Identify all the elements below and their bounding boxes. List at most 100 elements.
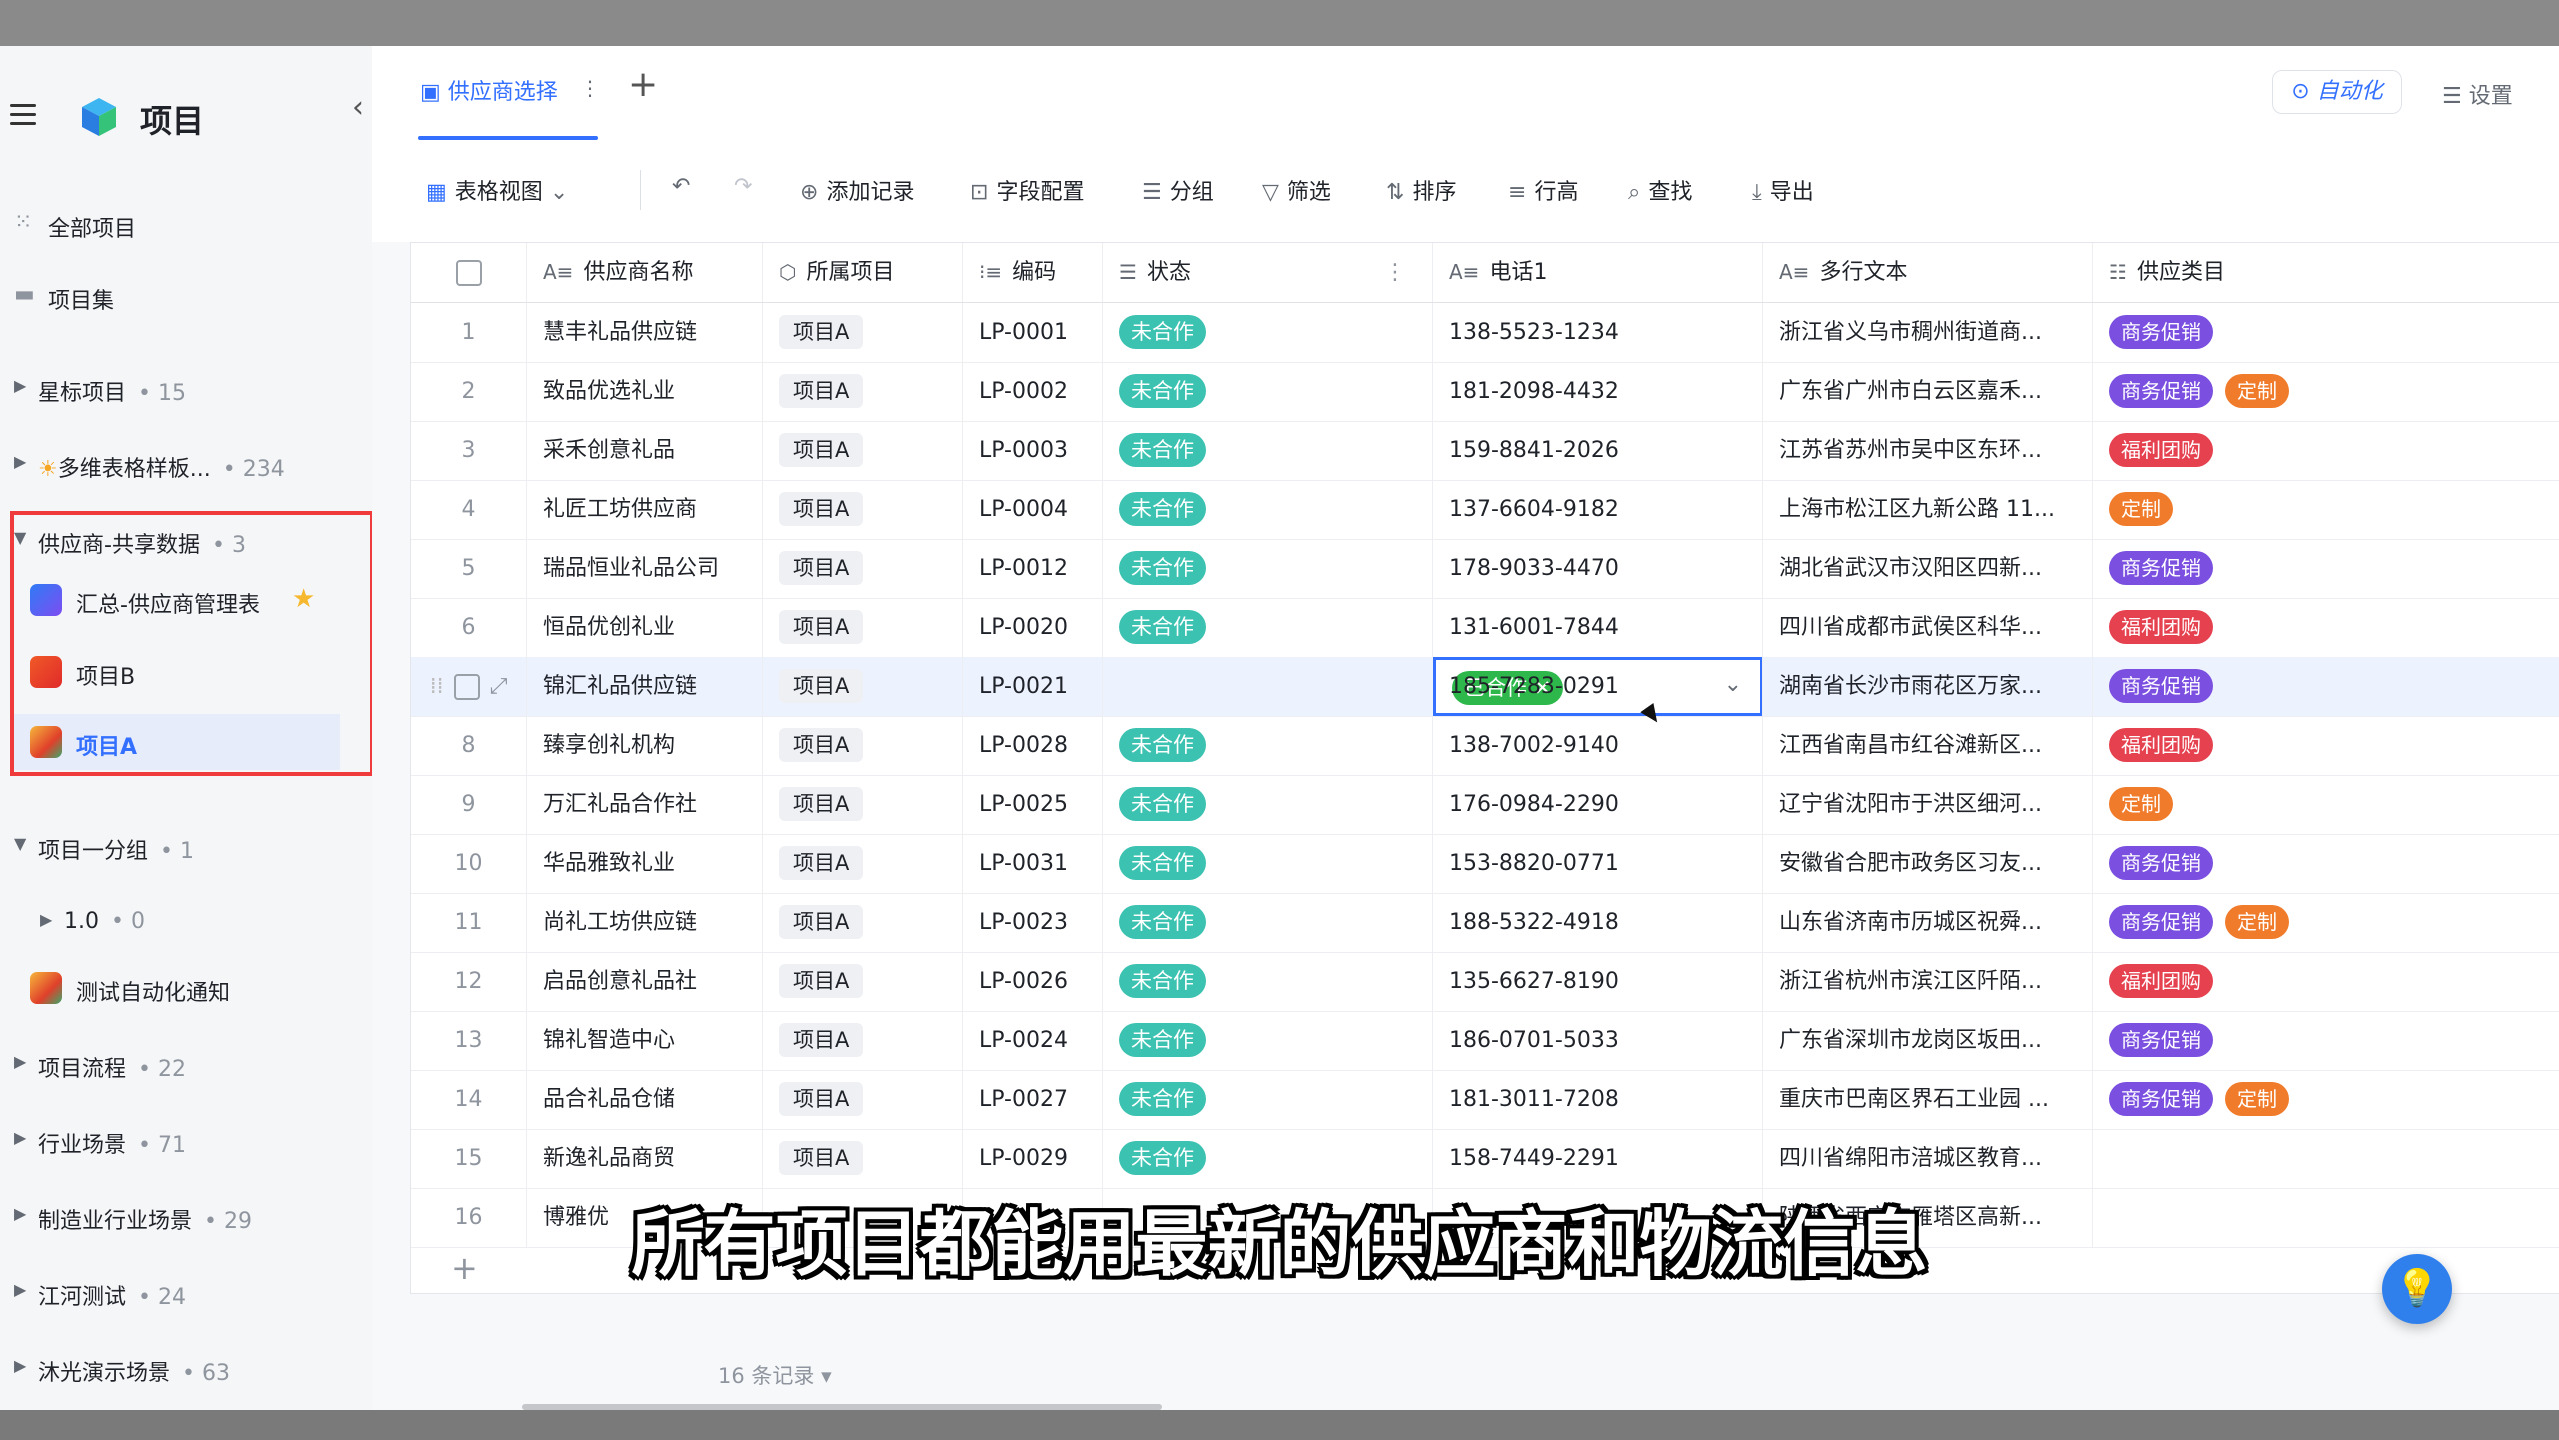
- code-cell[interactable]: LP-0001: [963, 303, 1103, 362]
- sidebar-item-all-projects[interactable]: ⁙ 全部项目: [0, 196, 372, 252]
- sidebar-group-templates[interactable]: ▶ ☀多维表格样板... • 234: [0, 436, 372, 492]
- code-cell[interactable]: LP-0026: [963, 952, 1103, 1011]
- address-cell[interactable]: 四川省绵阳市涪城区教育...: [1763, 1129, 2093, 1188]
- supplier-name-cell[interactable]: 慧丰礼品供应链: [527, 303, 763, 362]
- status-cell[interactable]: 未合作: [1103, 893, 1433, 952]
- address-cell[interactable]: 江苏省苏州市吴中区东环...: [1763, 421, 2093, 480]
- table-row[interactable]: ⁞⁞ ⤢ 锦汇礼品供应链 项目A LP-0021 已合作 ✕ ⌄ 185-7283-0291 湖…: [411, 657, 2559, 717]
- sort-button[interactable]: ⇅ 排序: [1386, 174, 1456, 206]
- sidebar-group-muguang[interactable]: ▶ 沐光演示场景 • 63: [0, 1340, 372, 1396]
- column-header[interactable]: ⬡ 所属项目: [763, 243, 963, 302]
- phone-cell[interactable]: 186-0701-5033: [1433, 1011, 1763, 1070]
- phone-cell[interactable]: 185-7283-0291: [1433, 657, 1763, 716]
- status-cell[interactable]: 未合作: [1103, 362, 1433, 421]
- project-cell[interactable]: 项目A: [763, 480, 963, 539]
- address-cell[interactable]: 山东省济南市历城区祝舜...: [1763, 893, 2093, 952]
- phone-cell[interactable]: 178-9033-4470: [1433, 539, 1763, 598]
- supplier-name-cell[interactable]: 锦礼智造中心: [527, 1011, 763, 1070]
- supplier-name-cell[interactable]: 新逸礼品商贸: [527, 1129, 763, 1188]
- sidebar-group-1-0[interactable]: ▶ 1.0 • 0: [0, 894, 372, 950]
- supplier-name-cell[interactable]: 启品创意礼品社: [527, 952, 763, 1011]
- code-cell[interactable]: LP-0002: [963, 362, 1103, 421]
- address-cell[interactable]: 重庆市巴南区界石工业园 ...: [1763, 1070, 2093, 1129]
- table-row[interactable]: 13 锦礼智造中心 项目A LP-0024 未合作 186-0701-5033 广东省深圳市…: [411, 1011, 2559, 1071]
- address-cell[interactable]: 安徽省合肥市政务区习友...: [1763, 834, 2093, 893]
- supplier-name-cell[interactable]: 锦汇礼品供应链: [527, 657, 763, 716]
- field-config-button[interactable]: ⊡ 字段配置: [970, 174, 1084, 206]
- code-cell[interactable]: LP-0023: [963, 893, 1103, 952]
- project-cell[interactable]: 项目A: [763, 598, 963, 657]
- status-cell[interactable]: 未合作: [1103, 834, 1433, 893]
- category-cell[interactable]: 福利团购: [2093, 716, 2559, 775]
- code-cell[interactable]: LP-0021: [963, 657, 1103, 716]
- project-cell[interactable]: 项目A: [763, 539, 963, 598]
- project-cell[interactable]: 项目A: [763, 893, 963, 952]
- table-row[interactable]: 11 尚礼工坊供应链 项目A LP-0023 未合作 188-5322-4918 山东省济南…: [411, 893, 2559, 953]
- sidebar-item-project-set[interactable]: ▬ 项目集: [0, 268, 372, 324]
- address-cell[interactable]: 浙江省义乌市稠州街道商...: [1763, 303, 2093, 362]
- phone-cell[interactable]: 159-8841-2026: [1433, 421, 1763, 480]
- status-cell[interactable]: 未合作: [1103, 1070, 1433, 1129]
- table-row[interactable]: 9 万汇礼品合作社 项目A LP-0025 未合作 176-0984-2290 辽宁省沈阳市…: [411, 775, 2559, 835]
- table-row[interactable]: 6 恒品优创礼业 项目A LP-0020 未合作 131-6001-7844 四川省成都市武…: [411, 598, 2559, 658]
- code-cell[interactable]: LP-0027: [963, 1070, 1103, 1129]
- table-row[interactable]: 14 品合礼品仓储 项目A LP-0027 未合作 181-3011-7208 重庆市巴南区…: [411, 1070, 2559, 1130]
- table-row[interactable]: 4 礼匠工坊供应商 项目A LP-0004 未合作 137-6604-9182 上海市松江区…: [411, 480, 2559, 540]
- status-cell[interactable]: 未合作: [1103, 421, 1433, 480]
- code-cell[interactable]: LP-0004: [963, 480, 1103, 539]
- code-cell[interactable]: LP-0024: [963, 1011, 1103, 1070]
- category-cell[interactable]: 商务促销: [2093, 1011, 2559, 1070]
- category-cell[interactable]: 福利团购: [2093, 952, 2559, 1011]
- status-cell[interactable]: 未合作: [1103, 952, 1433, 1011]
- tab-more-icon[interactable]: ⋮: [580, 76, 600, 100]
- supplier-name-cell[interactable]: 恒品优创礼业: [527, 598, 763, 657]
- category-cell[interactable]: 商务促销: [2093, 657, 2559, 716]
- code-cell[interactable]: LP-0028: [963, 716, 1103, 775]
- settings-button[interactable]: ☰ 设置: [2442, 78, 2513, 110]
- phone-cell[interactable]: 138-7002-9140: [1433, 716, 1763, 775]
- category-cell[interactable]: 商务促销: [2093, 303, 2559, 362]
- supplier-name-cell[interactable]: 华品雅致礼业: [527, 834, 763, 893]
- supplier-name-cell[interactable]: 品合礼品仓储: [527, 1070, 763, 1129]
- address-cell[interactable]: 上海市松江区九新公路 11...: [1763, 480, 2093, 539]
- select-all-checkbox[interactable]: [411, 243, 527, 302]
- category-cell[interactable]: 商务促销: [2093, 834, 2559, 893]
- address-cell[interactable]: 广东省深圳市龙岗区坂田...: [1763, 1011, 2093, 1070]
- column-header[interactable]: ☷ 供应类目: [2093, 243, 2559, 302]
- phone-cell[interactable]: 181-3011-7208: [1433, 1070, 1763, 1129]
- code-cell[interactable]: LP-0029: [963, 1129, 1103, 1188]
- category-cell[interactable]: 商务促销 定制: [2093, 893, 2559, 952]
- status-cell[interactable]: 未合作: [1103, 598, 1433, 657]
- address-cell[interactable]: 广东省广州市白云区嘉禾...: [1763, 362, 2093, 421]
- project-cell[interactable]: 项目A: [763, 775, 963, 834]
- category-cell[interactable]: [2093, 1129, 2559, 1188]
- address-cell[interactable]: 四川省成都市武侯区科华...: [1763, 598, 2093, 657]
- sidebar-group-project-one[interactable]: ▼ 项目一分组 • 1: [0, 818, 372, 874]
- export-button[interactable]: ⤓ 导出: [1752, 174, 1814, 206]
- supplier-name-cell[interactable]: 尚礼工坊供应链: [527, 893, 763, 952]
- row-height-button[interactable]: ≡ 行高: [1508, 174, 1578, 206]
- phone-cell[interactable]: 135-6627-8190: [1433, 952, 1763, 1011]
- code-cell[interactable]: LP-0031: [963, 834, 1103, 893]
- code-cell[interactable]: LP-0025: [963, 775, 1103, 834]
- category-cell[interactable]: 商务促销 定制: [2093, 362, 2559, 421]
- status-cell[interactable]: 未合作: [1103, 716, 1433, 775]
- column-header[interactable]: A≡ 多行文本: [1763, 243, 2093, 302]
- table-row[interactable]: 15 新逸礼品商贸 项目A LP-0029 未合作 158-7449-2291 四川省绵阳市…: [411, 1129, 2559, 1189]
- record-count[interactable]: 16 条记录 ▾: [718, 1360, 832, 1390]
- project-cell[interactable]: 项目A: [763, 362, 963, 421]
- phone-cell[interactable]: 153-8820-0771: [1433, 834, 1763, 893]
- group-button[interactable]: ☰ 分组: [1142, 174, 1214, 206]
- column-header[interactable]: A≡ 电话1: [1433, 243, 1763, 302]
- add-tab-button[interactable]: +: [628, 64, 658, 105]
- project-cell[interactable]: 项目A: [763, 834, 963, 893]
- address-cell[interactable]: 辽宁省沈阳市于洪区细河...: [1763, 775, 2093, 834]
- phone-cell[interactable]: 138-5523-1234: [1433, 303, 1763, 362]
- column-header[interactable]: ⁝≡ 编码: [963, 243, 1103, 302]
- automation-button[interactable]: ⊙ 自动化: [2272, 70, 2402, 114]
- code-cell[interactable]: LP-0020: [963, 598, 1103, 657]
- category-cell[interactable]: 商务促销 定制: [2093, 1070, 2559, 1129]
- table-row[interactable]: 1 慧丰礼品供应链 项目A LP-0001 未合作 138-5523-1234 浙江省义乌市…: [411, 303, 2559, 363]
- code-cell[interactable]: LP-0003: [963, 421, 1103, 480]
- status-cell[interactable]: 未合作: [1103, 775, 1433, 834]
